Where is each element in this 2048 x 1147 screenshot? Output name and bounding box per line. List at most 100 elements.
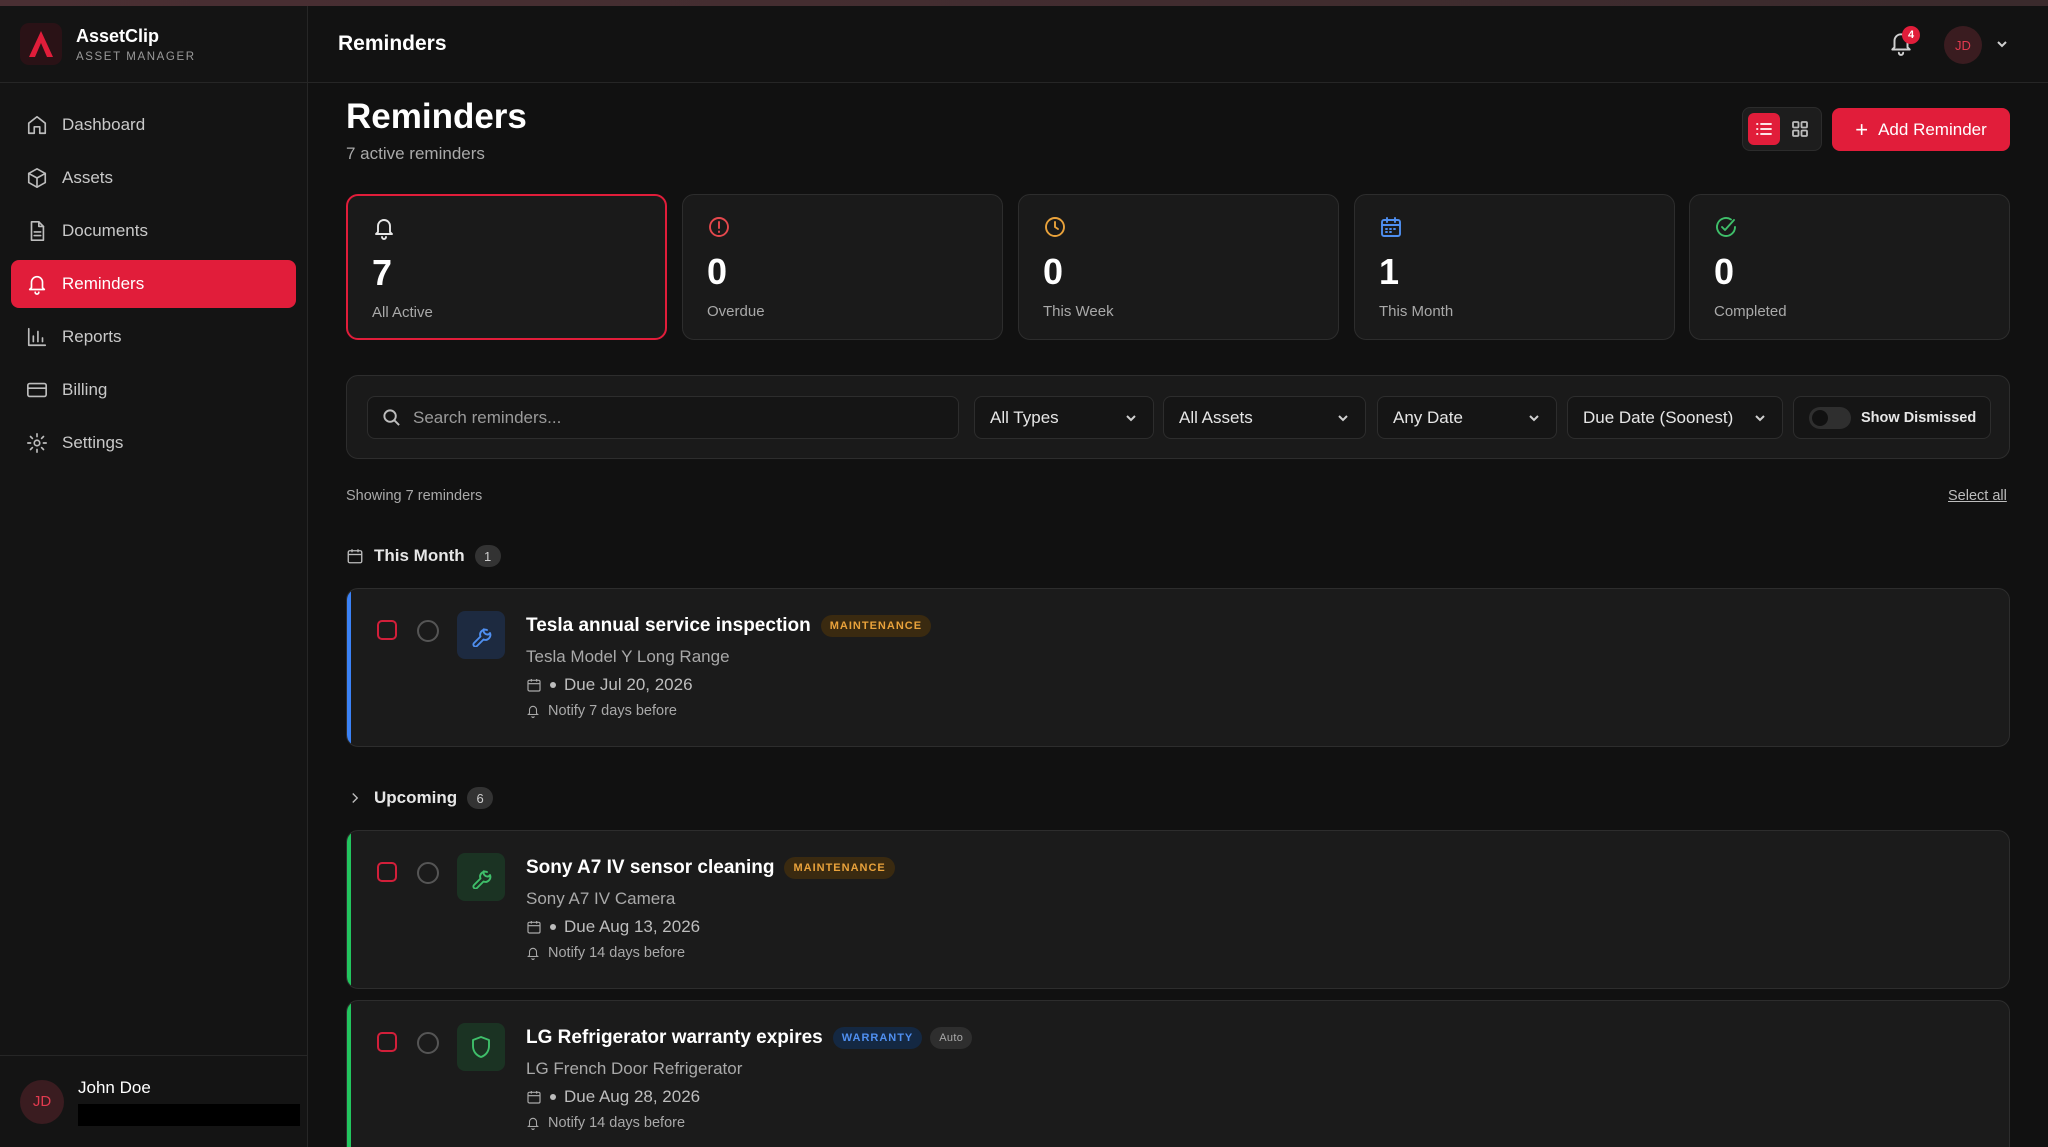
reminder-asset: Sony A7 IV Camera <box>526 889 676 908</box>
reminder-notify: Notify 14 days before <box>526 1115 685 1131</box>
reminder-card[interactable]: Tesla annual service inspection MAINTENA… <box>346 588 2010 747</box>
stat-value: 0 <box>1714 251 1735 292</box>
bell-icon <box>527 705 539 718</box>
add-reminder-label: Add Reminder <box>1878 119 1987 139</box>
bell-icon <box>375 219 393 240</box>
assetclip-logo <box>20 23 62 65</box>
showing-count: Showing 7 reminders <box>346 488 483 504</box>
sidebar-item-label: Settings <box>62 433 124 452</box>
document-icon <box>30 221 45 241</box>
due-date-text: Due Aug 28, 2026 <box>564 1087 701 1106</box>
due-date-text: Due Aug 13, 2026 <box>564 917 701 936</box>
chevron-down-icon[interactable] <box>1994 36 2010 52</box>
sidebar-item-label: Documents <box>62 221 148 240</box>
sidebar-item-assets[interactable]: Assets <box>11 154 296 202</box>
sidebar-item-billing[interactable]: Billing <box>11 366 296 414</box>
stat-label: Overdue <box>707 303 765 320</box>
stat-label: Completed <box>1714 303 1787 320</box>
group-header-this-month[interactable]: This Month 1 <box>346 545 501 567</box>
stat-value: 7 <box>372 252 393 293</box>
sidebar-item-reports[interactable]: Reports <box>11 313 296 361</box>
sort-select[interactable]: Due Date (Soonest) <box>1567 396 1783 439</box>
toggle-switch[interactable] <box>1809 406 1851 429</box>
date-filter-select[interactable]: Any Date <box>1377 396 1557 439</box>
complete-radio[interactable] <box>417 620 439 642</box>
select-checkbox[interactable] <box>377 862 397 882</box>
grid-view-button[interactable] <box>1784 113 1816 145</box>
card-title-row: Sony A7 IV sensor cleaning MAINTENANCE <box>526 857 903 879</box>
list-view-button[interactable] <box>1748 113 1780 145</box>
search-input[interactable] <box>413 407 933 428</box>
stat-label: This Month <box>1379 303 1454 320</box>
group-title: This Month <box>374 546 465 565</box>
select-checkbox[interactable] <box>377 620 397 640</box>
chevron-down-icon <box>1755 414 1765 421</box>
top-header: Reminders 4 JD <box>308 6 2048 83</box>
sidebar-item-label: Assets <box>62 168 114 187</box>
stat-card-all-active[interactable]: 7 All Active <box>346 194 667 340</box>
reminder-title[interactable]: Tesla annual service inspection <box>526 615 811 637</box>
chevron-down-icon <box>1529 414 1539 421</box>
sidebar-item-dashboard[interactable]: Dashboard <box>11 101 296 149</box>
reminder-title[interactable]: Sony A7 IV sensor cleaning <box>526 857 774 879</box>
stat-card-overdue[interactable]: 0 Overdue <box>682 194 1003 340</box>
reminder-card[interactable]: LG Refrigerator warranty expires WARRANT… <box>346 1000 2010 1147</box>
reminder-due: Due Aug 28, 2026 <box>526 1087 700 1107</box>
stat-card-completed[interactable]: 0 Completed <box>1689 194 2010 340</box>
type-filter-select[interactable]: All Types <box>974 396 1154 439</box>
calendar-icon <box>347 549 363 564</box>
calendar-icon <box>527 679 541 692</box>
show-dismissed-toggle[interactable]: Show Dismissed <box>1793 396 1991 439</box>
reminder-asset: Tesla Model Y Long Range <box>526 647 730 666</box>
group-count-badge: 1 <box>474 545 501 567</box>
reminder-card[interactable]: Sony A7 IV sensor cleaning MAINTENANCE S… <box>346 830 2010 989</box>
user-profile[interactable]: JD John Doe <box>0 1055 308 1147</box>
add-reminder-button[interactable]: + Add Reminder <box>1832 108 2010 151</box>
stats-row: 7 All Active 0 Overdue 0 This Week 1 Thi… <box>346 194 2010 340</box>
sidebar-item-settings[interactable]: Settings <box>11 419 296 467</box>
home-icon <box>27 115 47 135</box>
chevron-down-icon <box>1338 414 1348 421</box>
reminder-type-icon <box>457 853 505 901</box>
group-header-upcoming[interactable]: Upcoming 6 <box>346 787 494 809</box>
sidebar: AssetClip ASSET MANAGER Dashboard Assets… <box>0 6 308 1147</box>
sidebar-item-reminders[interactable]: Reminders <box>11 260 296 308</box>
notify-text: Notify 14 days before <box>548 1115 686 1131</box>
asset-filter-select[interactable]: All Assets <box>1163 396 1366 439</box>
complete-radio[interactable] <box>417 1032 439 1054</box>
notify-text: Notify 14 days before <box>548 945 686 961</box>
type-tag: MAINTENANCE <box>784 857 895 879</box>
sidebar-item-documents[interactable]: Documents <box>11 207 296 255</box>
sidebar-item-label: Reminders <box>62 274 145 293</box>
sidebar-item-label: Reports <box>62 327 122 346</box>
brand-subtitle: ASSET MANAGER <box>76 50 196 63</box>
page-title: Reminders <box>346 97 527 136</box>
asset-filter-value: All Assets <box>1179 407 1253 427</box>
filter-bar: All Types All Assets Any Date Due Date (… <box>346 375 2010 459</box>
grid-icon <box>1792 121 1808 137</box>
notification-badge: 4 <box>1902 26 1920 44</box>
list-icon <box>1756 123 1772 135</box>
select-all-link[interactable]: Select all <box>1948 488 2007 504</box>
search-box[interactable] <box>367 396 959 439</box>
reminder-type-icon <box>457 611 505 659</box>
card-title-row: Tesla annual service inspection MAINTENA… <box>526 615 939 637</box>
brand[interactable]: AssetClip ASSET MANAGER <box>0 6 307 83</box>
card-accent-bar <box>347 831 351 988</box>
stat-card-this-week[interactable]: 0 This Week <box>1018 194 1339 340</box>
bell-icon <box>527 947 539 960</box>
search-icon <box>383 409 400 426</box>
select-checkbox[interactable] <box>377 1032 397 1052</box>
brand-name: AssetClip <box>76 25 160 46</box>
complete-radio[interactable] <box>417 862 439 884</box>
plus-icon: + <box>1855 116 1869 142</box>
avatar[interactable]: JD <box>1944 26 1982 64</box>
bar-chart-icon <box>27 327 47 347</box>
view-toggle <box>1742 107 1822 151</box>
type-filter-value: All Types <box>990 407 1059 427</box>
card-title-row: LG Refrigerator warranty expires WARRANT… <box>526 1027 980 1049</box>
reminder-title[interactable]: LG Refrigerator warranty expires <box>526 1027 823 1049</box>
notifications-button[interactable]: 4 <box>1888 26 1920 58</box>
stat-card-this-month[interactable]: 1 This Month <box>1354 194 1675 340</box>
show-dismissed-label: Show Dismissed <box>1861 409 1977 426</box>
